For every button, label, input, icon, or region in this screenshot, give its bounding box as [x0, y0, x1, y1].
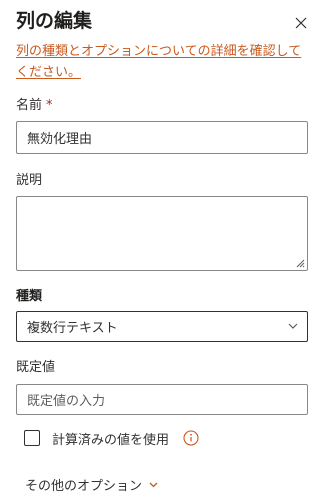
name-input[interactable]: 無効化理由	[16, 121, 308, 154]
panel-title: 列の編集	[16, 10, 93, 32]
default-value-input[interactable]: 既定値の入力	[16, 384, 308, 415]
more-options-toggle[interactable]: その他のオプション	[25, 475, 158, 494]
description-textarea[interactable]	[16, 196, 308, 271]
chevron-down-icon	[288, 323, 298, 329]
calculated-value-label[interactable]: 計算済みの値を使用	[52, 429, 169, 448]
calculated-value-option: 計算済みの値を使用	[24, 428, 199, 448]
close-button[interactable]	[291, 13, 311, 33]
info-icon[interactable]	[183, 430, 199, 446]
type-dropdown[interactable]: 複数行テキスト	[16, 311, 308, 342]
default-value-placeholder: 既定値の入力	[27, 394, 106, 409]
name-label-text: 名前	[16, 98, 43, 113]
type-label: 種類	[16, 289, 43, 304]
calculated-value-checkbox[interactable]	[24, 430, 40, 446]
edit-column-panel: 列の編集 列の種類とオプションについての詳細を確認してください。 名前 * 無効化…	[0, 0, 322, 502]
type-selected-value: 複数行テキスト	[27, 321, 118, 336]
name-label: 名前 *	[16, 97, 53, 115]
column-types-help-link[interactable]: 列の種類とオプションについての詳細を確認してください。	[16, 41, 306, 83]
resize-grip-icon[interactable]	[296, 259, 305, 268]
name-input-value: 無効化理由	[27, 132, 93, 147]
description-label: 説明	[16, 173, 43, 188]
more-options-label: その他のオプション	[25, 479, 143, 494]
required-marker: *	[46, 98, 53, 113]
chevron-down-icon	[149, 482, 158, 487]
default-value-label: 既定値	[16, 360, 56, 375]
close-icon	[295, 17, 307, 29]
